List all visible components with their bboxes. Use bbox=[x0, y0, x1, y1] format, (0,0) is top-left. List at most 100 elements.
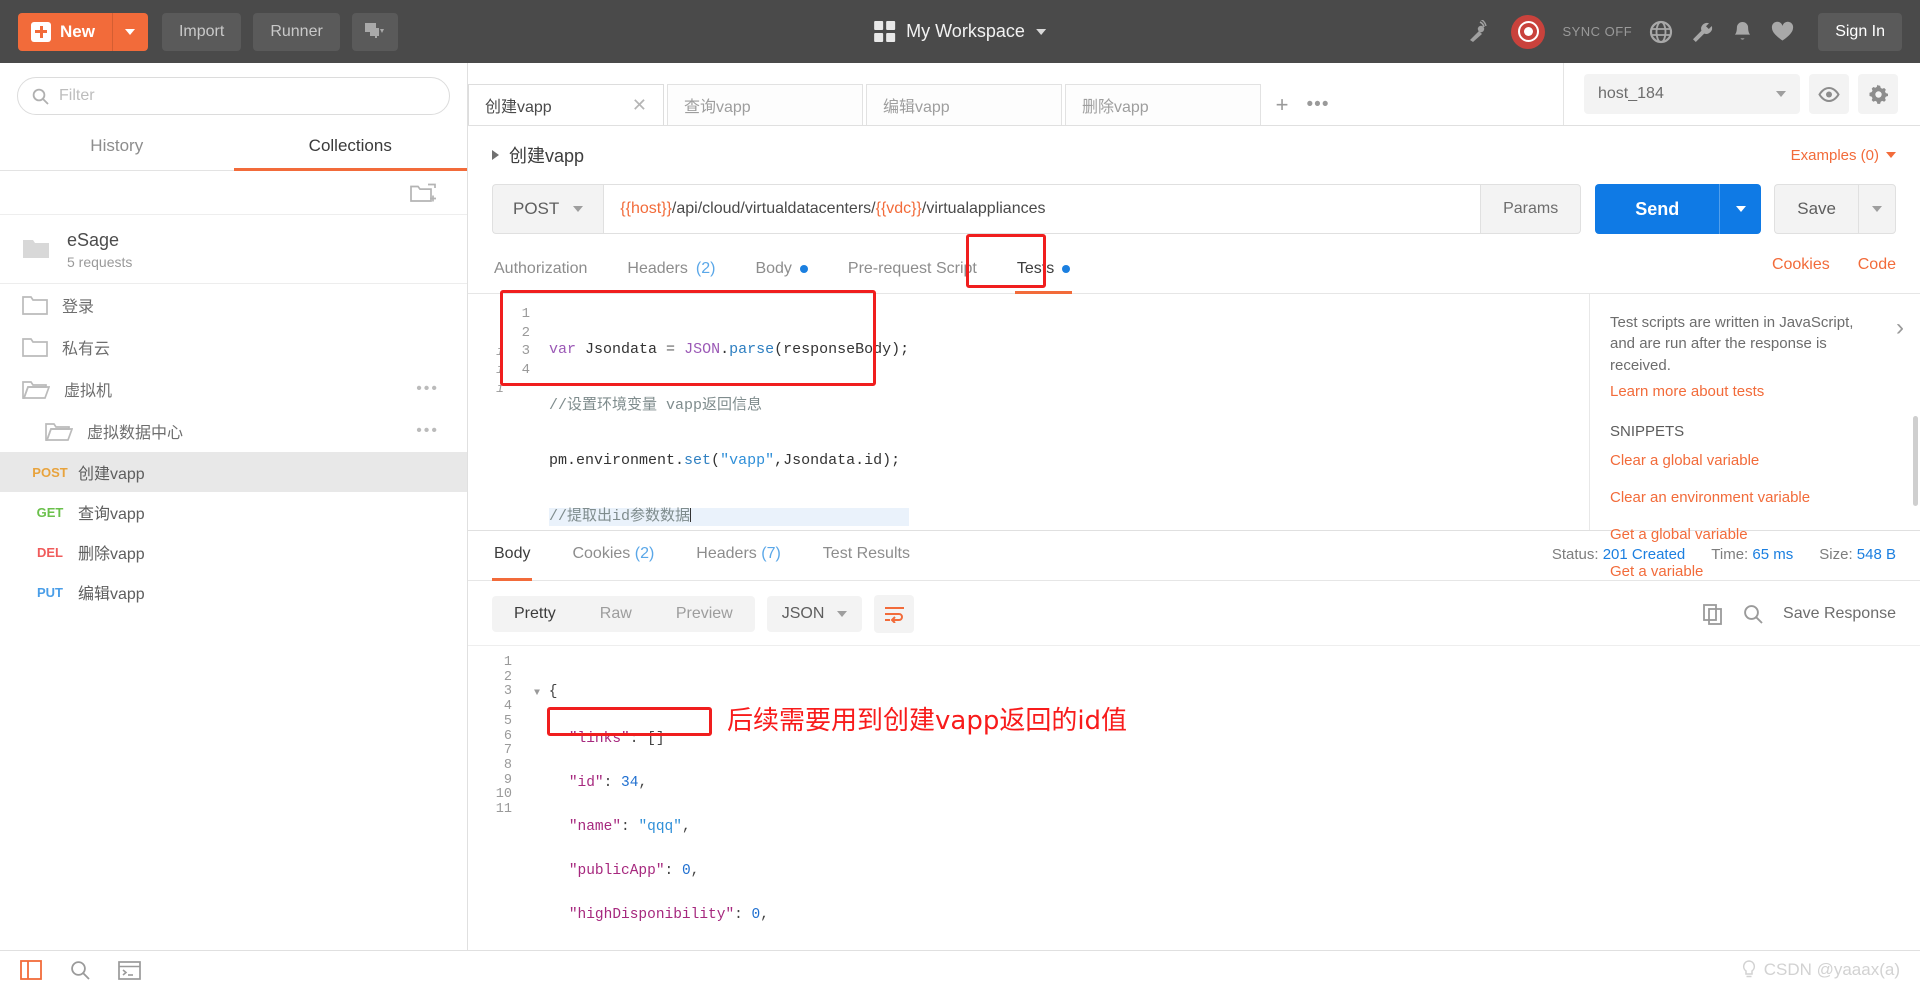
satellite-icon[interactable] bbox=[1468, 19, 1494, 44]
new-button[interactable]: New bbox=[18, 13, 112, 51]
workspace-selector[interactable]: My Workspace bbox=[874, 21, 1046, 42]
search-icon[interactable] bbox=[70, 960, 90, 980]
sidebar-folder-xunishujuzhongxin[interactable]: 虚拟数据中心 ••• bbox=[0, 410, 467, 452]
tab-tests[interactable]: Tests bbox=[1014, 250, 1073, 294]
close-icon[interactable]: ✕ bbox=[632, 96, 647, 114]
tab-label: Authorization bbox=[494, 260, 588, 277]
line-number: 1 bbox=[521, 306, 530, 322]
response-body-viewer[interactable]: 1 2 3 4 5 6 7 8 9 10 11 ▼ { "links": [] … bbox=[468, 645, 1920, 950]
new-folder-icon[interactable] bbox=[410, 182, 437, 204]
url-input[interactable]: {{host}}/api/cloud/virtualdatacenters/{{… bbox=[603, 184, 1482, 234]
snippet-get-variable[interactable]: Get a variable bbox=[1610, 563, 1900, 580]
snippets-scrollbar[interactable] bbox=[1913, 416, 1918, 506]
save-response-button[interactable]: Save Response bbox=[1783, 605, 1896, 623]
fold-icon[interactable]: ▼ bbox=[534, 688, 540, 699]
tab-body[interactable]: Body bbox=[753, 250, 809, 294]
snippet-clear-global-variable[interactable]: Clear a global variable bbox=[1610, 452, 1900, 469]
sidebar-folder-denglu[interactable]: 登录 bbox=[0, 284, 467, 326]
response-line-numbers: 1 2 3 4 5 6 7 8 9 10 11 bbox=[468, 646, 520, 950]
top-toolbar: New Import Runner My Workspace SYNC OFF … bbox=[0, 0, 1920, 63]
new-window-button[interactable] bbox=[351, 12, 398, 51]
collection-item-esage[interactable]: eSage 5 requests bbox=[0, 215, 467, 285]
snippet-clear-environment-variable[interactable]: Clear an environment variable bbox=[1610, 489, 1900, 506]
environment-select[interactable]: host_184 bbox=[1584, 74, 1800, 114]
tests-editor-pane: iiii 1 2 3 4 var Jsondata = JSON.parse(r… bbox=[468, 294, 1590, 530]
code-link[interactable]: Code bbox=[1858, 256, 1896, 274]
sidebar: History Collections eSage 5 requests bbox=[0, 63, 468, 950]
line-number: 11 bbox=[495, 802, 512, 818]
sidebar-request-delete-vapp[interactable]: DEL 删除vapp bbox=[0, 532, 467, 572]
copy-icon[interactable] bbox=[1703, 603, 1723, 625]
response-json-content: ▼ { "links": [] "id": 34, "name": "qqq",… bbox=[520, 646, 778, 950]
sync-logo-icon[interactable] bbox=[1511, 14, 1546, 49]
url-var-host: {{host}} bbox=[620, 200, 672, 217]
tab-delete-vapp[interactable]: 删除vapp bbox=[1065, 84, 1261, 125]
environment-value: host_184 bbox=[1598, 85, 1664, 102]
tab-edit-vapp[interactable]: 编辑vapp bbox=[866, 84, 1062, 125]
format-select[interactable]: JSON bbox=[766, 596, 863, 632]
sign-in-button[interactable]: Sign In bbox=[1818, 12, 1902, 51]
params-button[interactable]: Params bbox=[1481, 184, 1582, 234]
search-icon[interactable] bbox=[1743, 604, 1763, 624]
save-button[interactable]: Save bbox=[1774, 184, 1858, 234]
tab-options-button[interactable]: ••• bbox=[1300, 84, 1336, 125]
tab-authorization[interactable]: Authorization bbox=[492, 250, 589, 294]
snippet-get-global-variable[interactable]: Get a global variable bbox=[1610, 526, 1900, 543]
watermark-text: CSDN @yaaax(a) bbox=[1763, 960, 1900, 979]
heart-icon[interactable] bbox=[1770, 20, 1795, 43]
runner-button[interactable]: Runner bbox=[253, 12, 340, 51]
tab-label: 编辑vapp bbox=[883, 99, 950, 116]
sidebar-toggle-icon[interactable] bbox=[20, 960, 42, 980]
environment-settings-button[interactable] bbox=[1858, 74, 1898, 114]
add-tab-button[interactable]: + bbox=[1264, 84, 1300, 125]
tab-collections[interactable]: Collections bbox=[233, 125, 467, 171]
console-icon[interactable] bbox=[118, 960, 141, 980]
editor-code-content[interactable]: var Jsondata = JSON.parse(responseBody);… bbox=[530, 304, 910, 563]
send-dropdown-button[interactable] bbox=[1719, 184, 1762, 234]
folder-more-icon[interactable]: ••• bbox=[416, 380, 439, 398]
tests-code-editor[interactable]: iiii 1 2 3 4 var Jsondata = JSON.parse(r… bbox=[468, 294, 1589, 563]
tab-history[interactable]: History bbox=[0, 125, 234, 171]
filter-input[interactable] bbox=[59, 87, 435, 105]
sidebar-request-create-vapp[interactable]: POST 创建vapp bbox=[0, 452, 467, 493]
chevron-right-icon[interactable]: › bbox=[1896, 314, 1904, 342]
postman-window: New Import Runner My Workspace SYNC OFF … bbox=[0, 0, 1920, 989]
view-mode-pretty[interactable]: Pretty bbox=[492, 596, 578, 632]
snippets-description: Test scripts are written in JavaScript, … bbox=[1610, 314, 1854, 374]
view-mode-raw[interactable]: Raw bbox=[578, 596, 654, 632]
examples-dropdown[interactable]: Examples (0) bbox=[1791, 147, 1896, 164]
save-dropdown-button[interactable] bbox=[1858, 184, 1896, 234]
environment-quick-look-button[interactable] bbox=[1809, 74, 1849, 114]
bell-icon[interactable] bbox=[1732, 20, 1753, 44]
tab-label: 删除vapp bbox=[1082, 99, 1149, 116]
new-dropdown-button[interactable] bbox=[111, 12, 148, 51]
new-button-group[interactable]: New bbox=[18, 12, 148, 51]
tab-create-vapp[interactable]: 创建vapp ✕ bbox=[468, 84, 664, 125]
word-wrap-button[interactable] bbox=[874, 595, 915, 633]
sidebar-folder-xuniji[interactable]: 虚拟机 ••• bbox=[0, 368, 467, 410]
method-select[interactable]: POST bbox=[492, 184, 604, 234]
tab-query-vapp[interactable]: 查询vapp bbox=[667, 84, 863, 125]
cookies-link[interactable]: Cookies bbox=[1772, 256, 1830, 274]
code-line-2: //设置环境变量 vapp返回信息 bbox=[549, 396, 763, 414]
json-line-3: "id": 34, bbox=[568, 774, 648, 791]
tab-pre-request-script[interactable]: Pre-request Script bbox=[846, 250, 979, 294]
send-button[interactable]: Send bbox=[1595, 184, 1720, 234]
tab-label: Pre-request Script bbox=[847, 260, 977, 277]
line-number: 7 bbox=[503, 743, 512, 759]
learn-more-link[interactable]: Learn more about tests bbox=[1610, 383, 1900, 400]
filter-box[interactable] bbox=[17, 77, 450, 115]
wrench-icon[interactable] bbox=[1690, 20, 1715, 44]
folder-more-icon[interactable]: ••• bbox=[416, 422, 439, 440]
plus-icon bbox=[31, 21, 51, 42]
sidebar-folder-siyouyun[interactable]: 私有云 bbox=[0, 326, 467, 368]
sidebar-request-query-vapp[interactable]: GET 查询vapp bbox=[0, 492, 467, 532]
view-mode-preview[interactable]: Preview bbox=[654, 596, 755, 632]
globe-icon[interactable] bbox=[1649, 20, 1673, 44]
tab-label: 查询vapp bbox=[684, 99, 751, 116]
sidebar-request-edit-vapp[interactable]: PUT 编辑vapp bbox=[0, 572, 467, 612]
tab-headers[interactable]: Headers (2) bbox=[625, 250, 717, 294]
breadcrumb[interactable]: 创建vapp bbox=[492, 142, 584, 168]
collection-name: eSage bbox=[67, 230, 120, 250]
import-button[interactable]: Import bbox=[161, 12, 242, 51]
